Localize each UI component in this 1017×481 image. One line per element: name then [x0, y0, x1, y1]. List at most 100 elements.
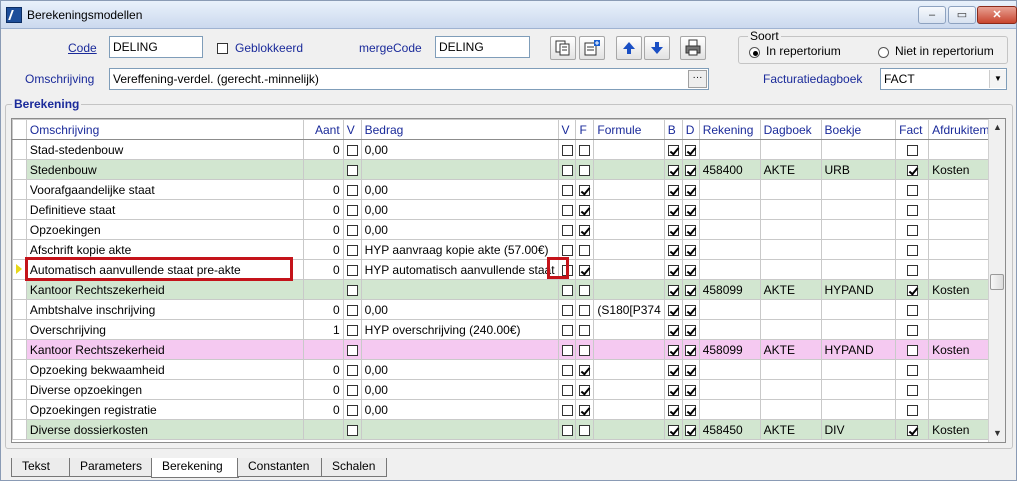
minimize-button[interactable]: – [918, 6, 946, 24]
cell-f[interactable] [575, 399, 595, 420]
cell-boekje[interactable] [820, 379, 897, 400]
cell-dagboek[interactable]: AKTE [759, 339, 822, 360]
header-b[interactable]: B [663, 119, 683, 140]
cell-fact-box[interactable] [906, 204, 918, 216]
cell-b-box[interactable] [667, 144, 679, 156]
cell-d[interactable] [681, 339, 700, 360]
cell-boekje[interactable]: DIV [820, 419, 897, 440]
cell-d[interactable] [681, 319, 700, 340]
ellipsis-button[interactable]: ··· [688, 70, 707, 88]
cell-boekje[interactable] [820, 239, 897, 260]
cell-v2-box[interactable] [561, 424, 573, 436]
row-indicator[interactable] [12, 299, 27, 320]
tab-constanten[interactable]: Constanten [237, 458, 323, 477]
cell-boekje[interactable] [820, 139, 897, 160]
cell-fact[interactable] [895, 139, 930, 160]
cell-fact-box[interactable] [906, 324, 918, 336]
cell-fact-box[interactable] [906, 284, 918, 296]
cell-b-box[interactable] [667, 384, 679, 396]
cell-f-box[interactable] [579, 304, 591, 316]
cell-v2[interactable] [557, 279, 577, 300]
cell-d-box[interactable] [685, 404, 697, 416]
cell-d[interactable] [681, 159, 700, 180]
cell-dagboek[interactable] [759, 139, 822, 160]
cell-v2[interactable] [557, 179, 577, 200]
cell-boekje[interactable] [820, 259, 897, 280]
dropdown-arrow-icon[interactable]: ▼ [989, 70, 1006, 88]
cell-b[interactable] [663, 319, 683, 340]
cell-f[interactable] [575, 319, 595, 340]
cell-d-box[interactable] [685, 184, 697, 196]
cell-d-box[interactable] [685, 164, 697, 176]
cell-v2[interactable] [557, 159, 577, 180]
cell-bedrag[interactable]: HYP overschrijving (240.00€) [360, 319, 559, 340]
row-indicator[interactable] [12, 139, 27, 160]
cell-b[interactable] [663, 139, 683, 160]
cell-f[interactable] [575, 139, 595, 160]
cell-boekje[interactable] [820, 299, 897, 320]
cell-fact-box[interactable] [906, 184, 918, 196]
cell-v2[interactable] [557, 199, 577, 220]
cell-rekening[interactable] [698, 179, 761, 200]
cell-d[interactable] [681, 379, 700, 400]
cell-bedrag[interactable]: HYP aanvraag kopie akte (57.00€) [360, 239, 559, 260]
cell-b[interactable] [663, 179, 683, 200]
close-button[interactable]: ✕ [977, 6, 1017, 24]
omschrijving-field[interactable]: Vereffening-verdel. (gerecht.-minnelijk) [109, 68, 709, 90]
scroll-up-icon[interactable]: ▲ [989, 119, 1005, 136]
cell-b-box[interactable] [667, 404, 679, 416]
cell-d[interactable] [681, 199, 700, 220]
cell-v2-box[interactable] [561, 404, 573, 416]
cell-v-box[interactable] [346, 264, 358, 276]
cell-dagboek[interactable]: AKTE [759, 419, 822, 440]
cell-rekening[interactable]: 458400 [698, 159, 761, 180]
cell-dagboek[interactable] [759, 359, 822, 380]
cell-v2-box[interactable] [561, 384, 573, 396]
cell-v-box[interactable] [346, 204, 358, 216]
cell-aant[interactable]: 0 [302, 399, 344, 420]
cell-f[interactable] [575, 379, 595, 400]
cell-f[interactable] [575, 419, 595, 440]
row-indicator[interactable] [12, 339, 27, 360]
cell-v2-box[interactable] [561, 364, 573, 376]
header-v[interactable]: V [342, 119, 362, 140]
cell-v2-box[interactable] [561, 304, 573, 316]
cell-v2[interactable] [557, 379, 577, 400]
cell-d-box[interactable] [685, 284, 697, 296]
cell-aant[interactable]: 0 [302, 239, 344, 260]
cell-v[interactable] [342, 139, 362, 160]
cell-fact[interactable] [895, 259, 930, 280]
table-row[interactable]: Diverse opzoekingen 0 0,00 [12, 379, 1005, 400]
cell-fact[interactable] [895, 219, 930, 240]
cell-omschrijving[interactable]: Stedenbouw [25, 159, 304, 180]
cell-v[interactable] [342, 199, 362, 220]
cell-v2-box[interactable] [561, 164, 573, 176]
cell-fact-box[interactable] [906, 404, 918, 416]
table-row[interactable]: Definitieve staat 0 0,00 [12, 199, 1005, 220]
maximize-button[interactable]: ▭ [948, 6, 976, 24]
table-row[interactable]: Opzoekingen 0 0,00 [12, 219, 1005, 240]
print-button[interactable] [680, 36, 706, 60]
cell-v-box[interactable] [346, 224, 358, 236]
cell-f[interactable] [575, 159, 595, 180]
cell-omschrijving[interactable]: Kantoor Rechtszekerheid [25, 279, 304, 300]
table-row[interactable]: Kantoor Rechtszekerheid 458099 AKTE HYPAND K… [12, 339, 1005, 360]
cell-b[interactable] [663, 359, 683, 380]
cell-b[interactable] [663, 419, 683, 440]
cell-aant[interactable] [302, 279, 344, 300]
grid-vertical-scrollbar[interactable]: ▲ ▼ [988, 119, 1005, 442]
cell-v2-box[interactable] [561, 344, 573, 356]
cell-d[interactable] [681, 239, 700, 260]
cell-formule[interactable] [593, 259, 665, 280]
radio-niet-in-repertorium[interactable] [878, 45, 889, 59]
cell-bedrag[interactable]: 0,00 [360, 139, 559, 160]
cell-rekening[interactable]: 458099 [698, 339, 761, 360]
cell-fact[interactable] [895, 319, 930, 340]
cell-fact-box[interactable] [906, 424, 918, 436]
cell-v2[interactable] [557, 219, 577, 240]
tab-berekening[interactable]: Berekening [151, 458, 239, 478]
cell-v[interactable] [342, 159, 362, 180]
cell-boekje[interactable] [820, 199, 897, 220]
cell-v[interactable] [342, 319, 362, 340]
cell-omschrijving[interactable]: Definitieve staat [25, 199, 304, 220]
